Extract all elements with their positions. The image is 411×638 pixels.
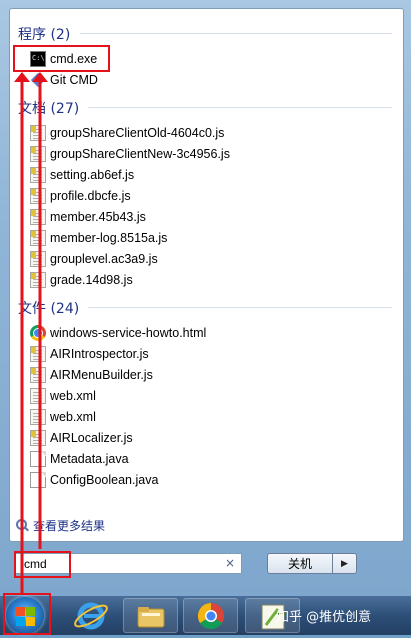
divider [88,307,392,308]
js-file-icon [30,430,46,446]
java-file-icon [30,472,46,488]
xml-file-icon [30,409,46,425]
shutdown-label: 关机 [287,557,312,571]
file-explorer-icon [137,607,165,628]
taskbar-file-explorer[interactable] [123,598,178,633]
section-header-programs: 程序 (2) [18,24,392,44]
result-document[interactable]: profile.dbcfe.js [18,186,131,206]
result-git-cmd[interactable]: Git CMD [18,70,98,90]
highlight-search-input [14,551,71,578]
result-file[interactable]: windows-service-howto.html [18,323,206,343]
xml-file-icon [30,388,46,404]
internet-explorer-icon [74,602,108,630]
js-file-icon [30,272,46,288]
js-file-icon [30,346,46,362]
result-document[interactable]: setting.ab6ef.js [18,165,134,185]
clear-search-icon[interactable]: × [225,556,235,570]
result-document[interactable]: member-log.8515a.js [18,228,167,248]
chevron-right-icon: ▶ [341,558,348,569]
taskbar-internet-explorer[interactable] [64,598,119,633]
highlight-start-button [3,593,51,635]
shutdown-button[interactable]: 关机 [267,553,333,574]
js-file-icon [30,188,46,204]
result-document[interactable]: member.45b43.js [18,207,146,227]
result-file[interactable]: AIRLocalizer.js [18,428,133,448]
taskbar-chrome[interactable] [183,598,238,633]
start-menu: 程序 (2) C:\ cmd.exe Git CMD 文档 (27) group… [0,0,411,596]
shutdown-options-button[interactable]: ▶ [333,553,357,574]
result-file[interactable]: ConfigBoolean.java [18,470,158,490]
js-file-icon [30,167,46,183]
chrome-html-icon [30,325,46,341]
section-title: 程序 (2) [18,27,71,43]
watermark: 知乎 @推优创意 [276,610,372,625]
result-file[interactable]: web.xml [18,386,96,406]
search-icon [16,519,29,532]
result-document[interactable]: groupShareClientNew-3c4956.js [18,144,230,164]
search-results-panel: 程序 (2) C:\ cmd.exe Git CMD 文档 (27) group… [9,8,404,542]
result-file[interactable]: Metadata.java [18,449,129,469]
result-document[interactable]: groupShareClientOld-4604c0.js [18,123,224,143]
divider [80,33,392,34]
result-file[interactable]: AIRIntrospector.js [18,344,149,364]
js-file-icon [30,209,46,225]
java-file-icon [30,451,46,467]
divider [88,107,392,108]
chrome-icon [197,602,224,630]
section-title: 文档 (27) [18,101,80,117]
section-header-files: 文件 (24) [18,298,392,318]
js-file-icon [30,230,46,246]
js-file-icon [30,251,46,267]
see-more-results-link[interactable]: 查看更多结果 [16,517,105,534]
highlight-cmd-result [13,45,110,72]
js-file-icon [30,125,46,141]
section-header-documents: 文档 (27) [18,98,392,118]
result-document[interactable]: grade.14d98.js [18,270,133,290]
see-more-label: 查看更多结果 [33,519,106,533]
js-file-icon [30,146,46,162]
section-title: 文件 (24) [18,301,80,317]
js-file-icon [30,367,46,383]
result-document[interactable]: grouplevel.ac3a9.js [18,249,158,269]
result-file[interactable]: web.xml [18,407,96,427]
result-file[interactable]: AIRMenuBuilder.js [18,365,153,385]
git-icon [30,72,46,88]
